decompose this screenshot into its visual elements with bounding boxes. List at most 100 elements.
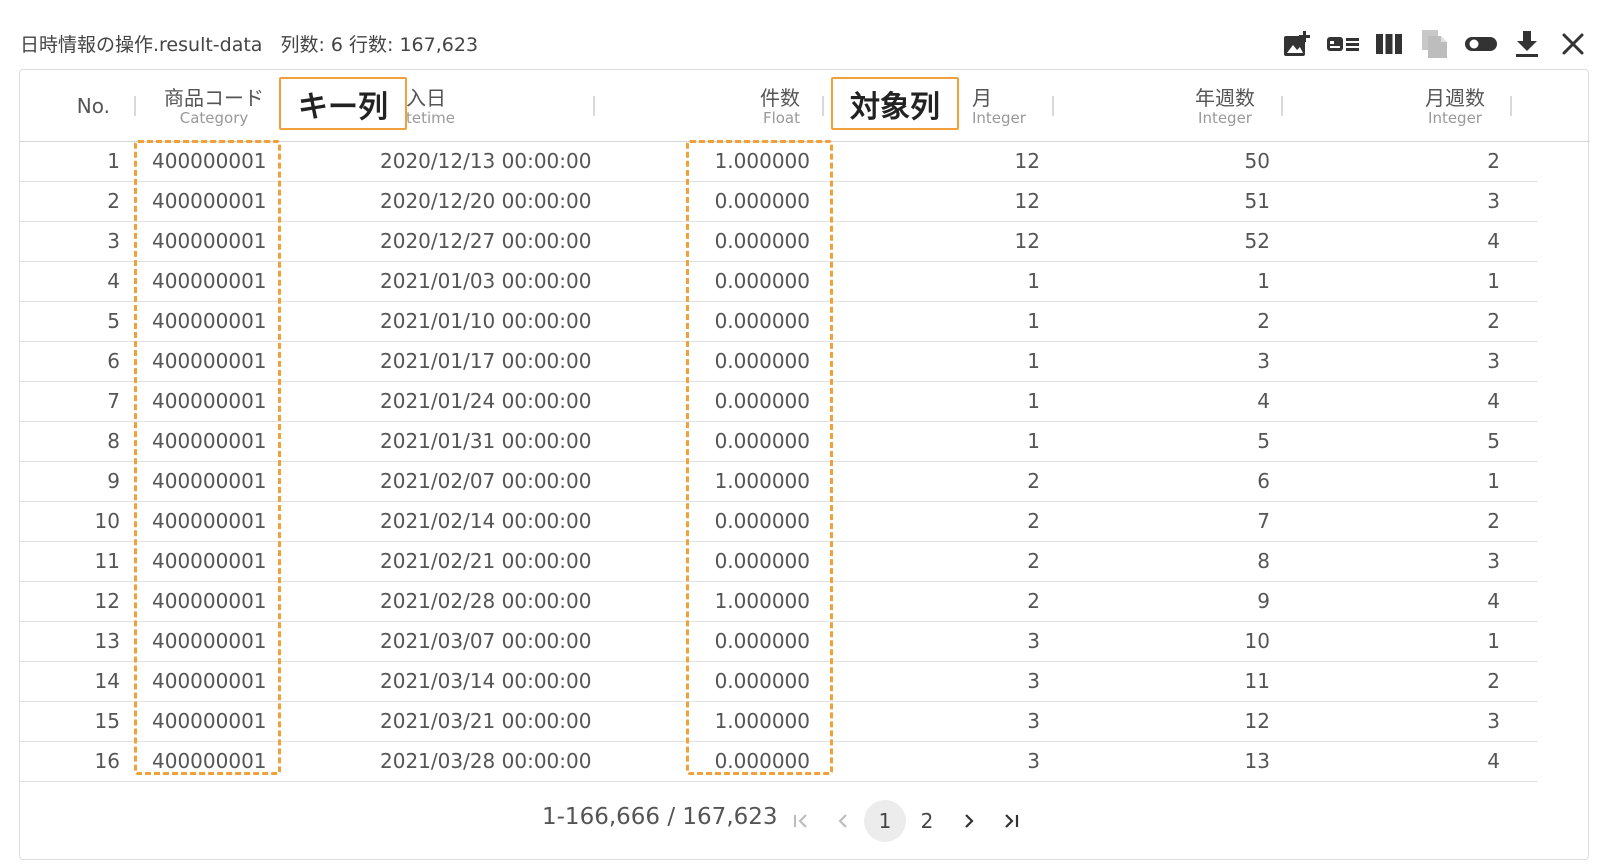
cell-product-code: 400000001	[152, 349, 267, 373]
cell-month-week: 2	[1487, 509, 1500, 533]
column-resize-handle[interactable]	[822, 96, 824, 116]
table-row[interactable]: 5 400000001 2021/01/10 00:00:00 0.000000 1 2 2	[20, 302, 1538, 342]
table-row[interactable]: 3 400000001 2020/12/27 00:00:00 0.000000 12 5…	[20, 222, 1538, 262]
table-row[interactable]: 9 400000001 2021/02/07 00:00:00 1.000000 2 6 1	[20, 462, 1538, 502]
cell-year-week: 4	[1257, 389, 1270, 413]
cell-month-week: 5	[1487, 429, 1500, 453]
cell-month: 2	[1027, 469, 1040, 493]
cell-no: 1	[107, 149, 120, 173]
last-page-button[interactable]	[990, 800, 1032, 842]
table-row[interactable]: 14 400000001 2021/03/14 00:00:00 0.000000 3 1…	[20, 662, 1538, 702]
prev-page-button[interactable]	[822, 800, 864, 842]
table-row[interactable]: 11 400000001 2021/02/21 00:00:00 0.000000 2 8…	[20, 542, 1538, 582]
cell-month-week: 1	[1487, 469, 1500, 493]
cell-count: 0.000000	[714, 229, 810, 253]
cell-year-week: 1	[1257, 269, 1270, 293]
cell-month-week: 4	[1487, 389, 1500, 413]
header-product-code[interactable]: 商品コード Category	[154, 70, 274, 142]
table-row[interactable]: 13 400000001 2021/03/07 00:00:00 0.000000 3 1…	[20, 622, 1538, 662]
cell-month-week: 4	[1487, 749, 1500, 773]
first-page-button[interactable]	[780, 800, 822, 842]
table-row[interactable]: 8 400000001 2021/01/31 00:00:00 0.000000 1 5 5	[20, 422, 1538, 462]
cell-year-week: 5	[1257, 429, 1270, 453]
cell-month: 2	[1027, 509, 1040, 533]
column-resize-handle[interactable]	[593, 96, 595, 116]
card-view-icon	[1327, 37, 1359, 51]
cell-no: 9	[107, 469, 120, 493]
cell-count: 0.000000	[714, 309, 810, 333]
cell-product-code: 400000001	[152, 149, 267, 173]
cell-count: 0.000000	[714, 629, 810, 653]
header-label: 年週数	[1195, 85, 1255, 110]
cell-month-week: 3	[1487, 349, 1500, 373]
copy-button[interactable]	[1412, 26, 1458, 62]
cell-year-week: 3	[1257, 349, 1270, 373]
cell-purchase-date: 2020/12/27 00:00:00	[380, 229, 592, 253]
table-row[interactable]: 1 400000001 2020/12/13 00:00:00 1.000000 12 5…	[20, 142, 1538, 182]
header-count[interactable]: 件数 Float	[680, 70, 800, 142]
columns-icon	[1376, 34, 1402, 54]
table-row[interactable]: 15 400000001 2021/03/21 00:00:00 1.000000 3 1…	[20, 702, 1538, 742]
table-row[interactable]: 2 400000001 2020/12/20 00:00:00 0.000000 12 5…	[20, 182, 1538, 222]
card-view-button[interactable]	[1320, 26, 1366, 62]
cell-count: 1.000000	[714, 149, 810, 173]
table-row[interactable]: 6 400000001 2021/01/17 00:00:00 0.000000 1 3 3	[20, 342, 1538, 382]
cell-product-code: 400000001	[152, 709, 267, 733]
column-resize-handle[interactable]	[1281, 96, 1283, 116]
header-month[interactable]: 月 Integer	[972, 70, 1062, 142]
cell-product-code: 400000001	[152, 389, 267, 413]
cell-count: 0.000000	[714, 389, 810, 413]
columns-button[interactable]	[1366, 26, 1412, 62]
last-page-icon	[1005, 814, 1019, 828]
cell-month-week: 2	[1487, 309, 1500, 333]
cell-month: 1	[1027, 349, 1040, 373]
cell-month-week: 2	[1487, 149, 1500, 173]
cell-no: 12	[94, 589, 120, 613]
header-type: Integer	[1428, 108, 1482, 127]
cell-count: 0.000000	[714, 749, 810, 773]
header-month-week[interactable]: 月週数 Integer	[1400, 70, 1510, 142]
pagination: 1 2	[780, 800, 1032, 842]
cell-product-code: 400000001	[152, 469, 267, 493]
cell-year-week: 10	[1244, 629, 1270, 653]
add-image-button[interactable]	[1274, 26, 1320, 62]
cell-no: 5	[107, 309, 120, 333]
table-row[interactable]: 4 400000001 2021/01/03 00:00:00 0.000000 1 1 1	[20, 262, 1538, 302]
cell-purchase-date: 2021/02/07 00:00:00	[380, 469, 592, 493]
close-button[interactable]	[1550, 26, 1596, 62]
table-header: No. 商品コード Category 入日 tetime 件数 Float 月 …	[20, 70, 1590, 142]
table-row[interactable]: 12 400000001 2021/02/28 00:00:00 1.000000 2 9…	[20, 582, 1538, 622]
download-button[interactable]	[1504, 26, 1550, 62]
toolbar	[1274, 26, 1596, 62]
cell-purchase-date: 2020/12/13 00:00:00	[380, 149, 592, 173]
next-page-button[interactable]	[948, 800, 990, 842]
cell-count: 1.000000	[714, 709, 810, 733]
toggle-button[interactable]	[1458, 26, 1504, 62]
table-row[interactable]: 10 400000001 2021/02/14 00:00:00 0.000000 2 7…	[20, 502, 1538, 542]
cell-purchase-date: 2021/01/03 00:00:00	[380, 269, 592, 293]
table-row[interactable]: 7 400000001 2021/01/24 00:00:00 0.000000 1 4 4	[20, 382, 1538, 422]
cell-count: 1.000000	[714, 589, 810, 613]
cell-month-week: 3	[1487, 189, 1500, 213]
page-1-button[interactable]: 1	[864, 800, 906, 842]
header-no[interactable]: No.	[20, 70, 110, 142]
first-page-icon	[794, 814, 807, 828]
cell-purchase-date: 2021/02/14 00:00:00	[380, 509, 592, 533]
cell-month: 3	[1027, 749, 1040, 773]
row-range: 1-166,666 / 167,623	[542, 804, 778, 830]
column-resize-handle[interactable]	[134, 96, 136, 116]
cell-year-week: 6	[1257, 469, 1270, 493]
table-row[interactable]: 16 400000001 2021/03/28 00:00:00 0.000000 3 1…	[20, 742, 1538, 782]
header-year-week[interactable]: 年週数 Integer	[1170, 70, 1280, 142]
cell-month-week: 3	[1487, 549, 1500, 573]
column-resize-handle[interactable]	[1052, 96, 1054, 116]
column-resize-handle[interactable]	[1510, 96, 1512, 116]
header-purchase-date[interactable]: 入日 tetime	[406, 70, 526, 142]
page-2-button[interactable]: 2	[906, 800, 948, 842]
cell-product-code: 400000001	[152, 629, 267, 653]
cell-month-week: 4	[1487, 229, 1500, 253]
cell-no: 4	[107, 269, 120, 293]
cell-month: 3	[1027, 669, 1040, 693]
toggle-icon	[1465, 37, 1497, 51]
chevron-right-icon	[965, 814, 974, 828]
